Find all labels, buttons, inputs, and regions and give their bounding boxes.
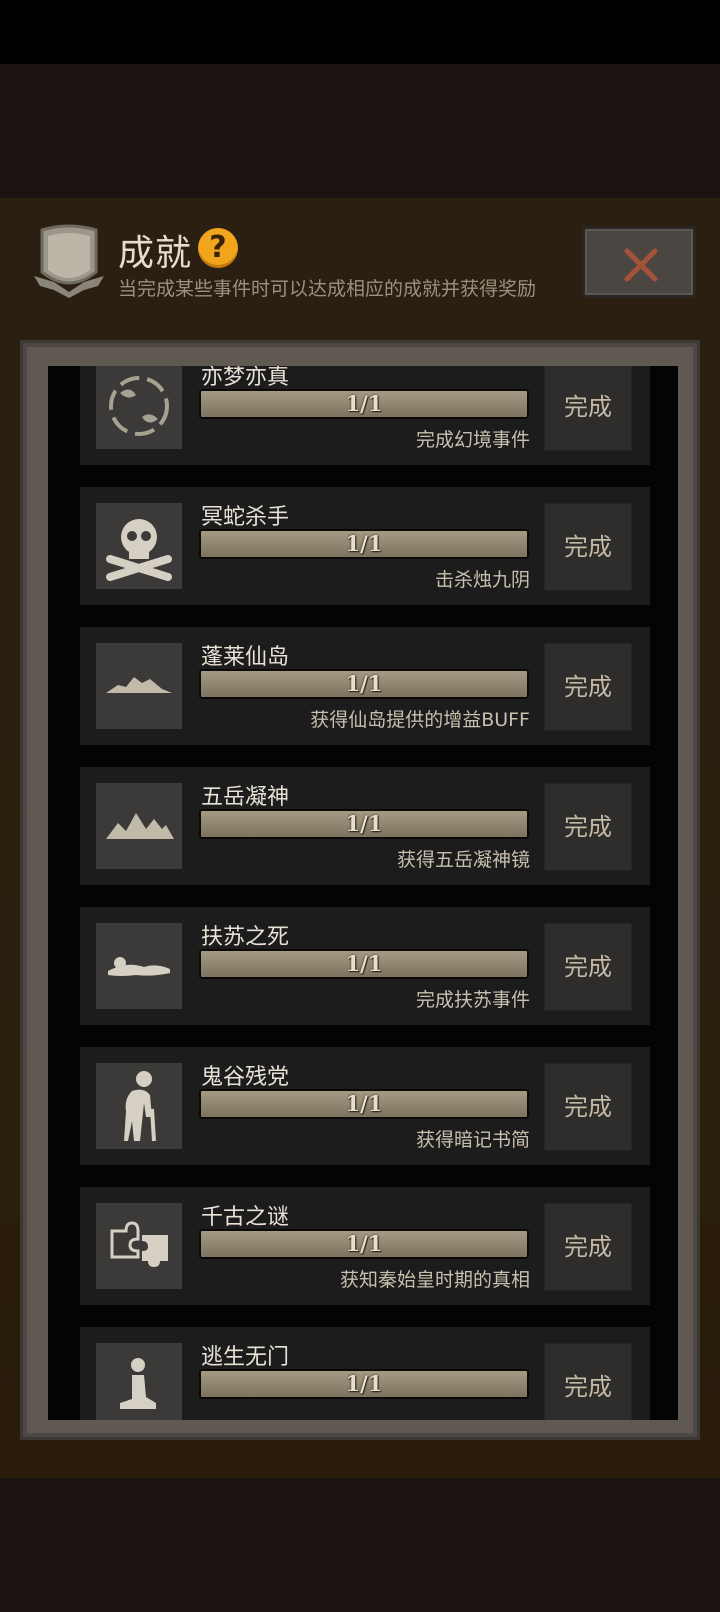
achievement-item: 冥蛇杀手 1/1 击杀烛九阴 完成 xyxy=(80,487,650,605)
achievement-item: 逃生无门 1/1 完成 xyxy=(80,1327,650,1420)
progress-bar: 1/1 xyxy=(199,669,529,699)
achievement-badge-icon xyxy=(32,220,106,300)
complete-button[interactable]: 完成 xyxy=(544,783,632,871)
page-title: 成就 xyxy=(118,233,193,274)
progress-bar: 1/1 xyxy=(199,949,529,979)
achievement-item: 五岳凝神 1/1 获得五岳凝神镜 完成 xyxy=(80,767,650,885)
status-bar xyxy=(0,0,720,64)
progress-text: 1/1 xyxy=(345,811,383,836)
progress-text: 1/1 xyxy=(345,951,383,976)
progress-bar: 1/1 xyxy=(199,1089,529,1119)
achievement-name: 鬼谷残党 xyxy=(201,1065,290,1090)
complete-button[interactable]: 完成 xyxy=(544,1203,632,1291)
achievement-name: 冥蛇杀手 xyxy=(201,505,290,530)
complete-button[interactable]: 完成 xyxy=(544,1063,632,1151)
progress-bar: 1/1 xyxy=(199,809,529,839)
close-button[interactable] xyxy=(582,226,696,298)
achievement-description: 获知秦始皇时期的真相 xyxy=(339,1269,530,1291)
achievement-name: 蓬莱仙岛 xyxy=(201,645,290,670)
achievement-description: 击杀烛九阴 xyxy=(434,569,530,591)
complete-button[interactable]: 完成 xyxy=(544,503,632,591)
progress-text: 1/1 xyxy=(345,391,383,416)
complete-button[interactable]: 完成 xyxy=(544,1343,632,1420)
island-icon xyxy=(96,643,182,729)
close-x-icon xyxy=(624,248,658,282)
achievement-item: 千古之谜 1/1 获知秦始皇时期的真相 完成 xyxy=(80,1187,650,1305)
achievement-name: 逃生无门 xyxy=(201,1345,290,1370)
question-mark-icon[interactable]: ? xyxy=(198,228,238,268)
complete-button[interactable]: 完成 xyxy=(544,366,632,451)
progress-text: 1/1 xyxy=(345,671,383,696)
achievements-panel: 成就 ? 当完成某些事件时可以达成相应的成就并获得奖励 亦梦亦真 1/1 完成幻… xyxy=(0,198,720,1478)
achievement-name: 扶苏之死 xyxy=(201,925,290,950)
achievement-description: 获得五岳凝神镜 xyxy=(396,849,530,871)
swirl-icon xyxy=(96,366,182,449)
achievement-list[interactable]: 亦梦亦真 1/1 完成幻境事件 完成 冥蛇杀手 1/1 击杀烛九阴 完成 蓬莱仙… xyxy=(48,366,678,1420)
achievement-name: 亦梦亦真 xyxy=(201,366,290,390)
complete-button[interactable]: 完成 xyxy=(544,643,632,731)
progress-text: 1/1 xyxy=(345,531,383,556)
page-subtitle: 当完成某些事件时可以达成相应的成就并获得奖励 xyxy=(118,278,537,300)
kneeling-person-icon xyxy=(96,1343,182,1420)
progress-bar: 1/1 xyxy=(199,529,529,559)
achievement-name: 五岳凝神 xyxy=(201,785,290,810)
mountains-icon xyxy=(96,783,182,869)
progress-bar: 1/1 xyxy=(199,389,529,419)
skull-crossbones-icon xyxy=(96,503,182,589)
progress-text: 1/1 xyxy=(345,1091,383,1116)
achievement-name: 千古之谜 xyxy=(201,1205,290,1230)
backdrop-top xyxy=(0,64,720,198)
complete-button[interactable]: 完成 xyxy=(544,923,632,1011)
achievement-description: 完成扶苏事件 xyxy=(415,989,530,1011)
panel-header: 成就 ? 当完成某些事件时可以达成相应的成就并获得奖励 xyxy=(0,198,720,328)
achievement-item: 蓬莱仙岛 1/1 获得仙岛提供的增益BUFF 完成 xyxy=(80,627,650,745)
achievement-description: 完成幻境事件 xyxy=(415,429,530,451)
puzzle-icon xyxy=(96,1203,182,1289)
lying-person-icon xyxy=(96,923,182,1009)
achievement-description: 获得暗记书简 xyxy=(415,1129,530,1151)
progress-text: 1/1 xyxy=(345,1371,383,1396)
progress-bar: 1/1 xyxy=(199,1229,529,1259)
progress-bar: 1/1 xyxy=(199,1369,529,1399)
progress-text: 1/1 xyxy=(345,1231,383,1256)
old-man-cane-icon xyxy=(96,1063,182,1149)
achievement-item: 鬼谷残党 1/1 获得暗记书简 完成 xyxy=(80,1047,650,1165)
backdrop-bottom xyxy=(0,1478,720,1612)
achievement-item: 亦梦亦真 1/1 完成幻境事件 完成 xyxy=(80,366,650,465)
achievement-item: 扶苏之死 1/1 完成扶苏事件 完成 xyxy=(80,907,650,1025)
achievement-description: 获得仙岛提供的增益BUFF xyxy=(310,709,530,731)
list-frame: 亦梦亦真 1/1 完成幻境事件 完成 冥蛇杀手 1/1 击杀烛九阴 完成 蓬莱仙… xyxy=(20,340,700,1440)
